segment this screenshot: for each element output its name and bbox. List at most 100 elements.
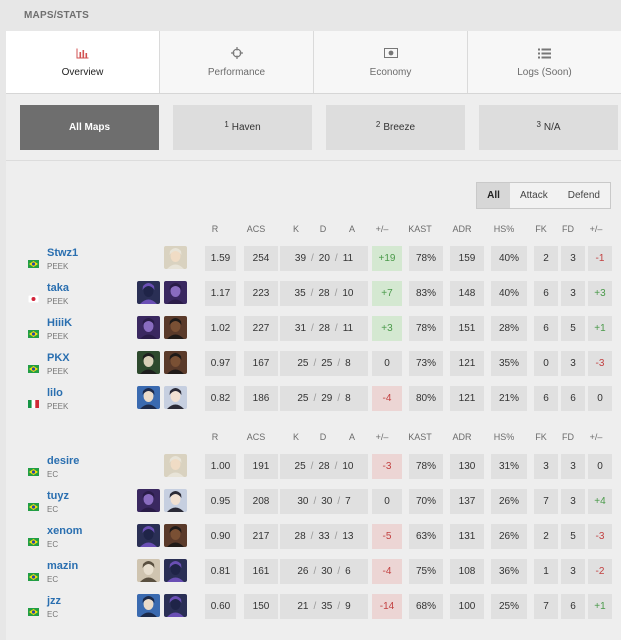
stat-acs: 167: [244, 351, 278, 376]
agent-phoenix-icon: [164, 316, 187, 339]
map-all-button[interactable]: All Maps: [20, 104, 159, 150]
team-table: R ACS K D A +/– KAST ADR HS% FK FD +/– Stwz1 PEEK 1.59…: [6, 220, 621, 417]
side-all-button[interactable]: All: [477, 183, 510, 208]
stat-d: 30: [321, 496, 333, 507]
stat-acs: 217: [244, 524, 278, 549]
player-name-link[interactable]: desire: [47, 455, 79, 467]
stat-a: 6: [345, 566, 351, 577]
stat-d: 30: [321, 566, 333, 577]
stat-fd: 6: [561, 594, 585, 619]
stat-acs: 191: [244, 454, 278, 479]
map-breeze-button[interactable]: 2 Breeze: [326, 104, 465, 150]
side-defend-button[interactable]: Defend: [558, 183, 610, 208]
stat-acs: 208: [244, 489, 278, 514]
kda-separator: /: [334, 288, 338, 299]
stat-kast: 78%: [409, 454, 443, 479]
team-table: R ACS K D A +/– KAST ADR HS% FK FD +/– desire EC 1.00 1…: [6, 428, 621, 625]
kda-separator: /: [311, 253, 314, 264]
stat-kast: 75%: [409, 559, 443, 584]
tab-label: Logs (Soon): [517, 67, 572, 78]
map-haven-button[interactable]: 1 Haven: [173, 104, 312, 150]
side-filter: All Attack Defend: [476, 182, 611, 209]
stats-panel: Overview Performance Economy Logs (Soon)…: [6, 31, 621, 640]
agent-sage-icon: [164, 386, 187, 409]
stat-fk: 1: [534, 559, 558, 584]
player-team-tag: EC: [47, 540, 59, 549]
player-name-link[interactable]: HiiiK: [47, 317, 72, 329]
stat-k: 25: [294, 461, 306, 472]
agent-omen-icon: [164, 594, 187, 617]
stat-fk-diff: 0: [588, 454, 612, 479]
map-na-button[interactable]: 3 N/A: [479, 104, 618, 150]
stat-r: 0.95: [205, 489, 236, 514]
stat-r: 0.97: [205, 351, 236, 376]
agent-sova-icon: [164, 246, 187, 269]
player-row: desire EC 1.00 191 78% 130 31% 3 3 25 / 28 / 10 -3 0: [6, 450, 621, 485]
stat-hs: 28%: [491, 316, 527, 341]
stat-a: 8: [345, 393, 351, 404]
stat-adr: 137: [450, 489, 484, 514]
agent-reyna-icon: [137, 489, 160, 512]
player-row: taka PEEK 1.17 223 83% 148 40% 6 3 35 / 28 / 10 +7 +3: [6, 277, 621, 312]
side-attack-button[interactable]: Attack: [510, 183, 558, 208]
stat-d: 33: [318, 531, 330, 542]
column-header-hs: HS%: [493, 224, 515, 234]
stat-r: 1.02: [205, 316, 236, 341]
tab-label: Performance: [207, 67, 266, 78]
agent-omen-icon: [164, 559, 187, 582]
player-name-link[interactable]: jzz: [47, 595, 61, 607]
stat-adr: 121: [450, 351, 484, 376]
stat-k: 21: [297, 601, 309, 612]
player-name-link[interactable]: taka: [47, 282, 69, 294]
tab-performance[interactable]: Performance: [160, 31, 314, 93]
stat-k: 26: [297, 566, 309, 577]
stat-kast: 70%: [409, 489, 443, 514]
stat-kill-diff: +7: [372, 281, 402, 306]
agent-sova-icon: [164, 454, 187, 477]
stat-kill-diff: 0: [372, 489, 402, 514]
stat-r: 1.00: [205, 454, 236, 479]
stat-kast: 83%: [409, 281, 443, 306]
agent-cypher-icon: [137, 559, 160, 582]
column-header-acs: ACS: [246, 224, 266, 234]
kda-separator: /: [334, 531, 338, 542]
player-name-link[interactable]: tuyz: [47, 490, 69, 502]
stat-a: 8: [345, 358, 351, 369]
stat-r: 0.60: [205, 594, 236, 619]
stat-kill-diff: -4: [372, 559, 402, 584]
stat-d: 29: [321, 393, 333, 404]
flag-icon: [28, 325, 39, 338]
column-header-adr: ADR: [452, 224, 472, 234]
tab-label: Economy: [369, 67, 412, 78]
kda-separator: /: [313, 393, 317, 404]
stat-a: 13: [342, 531, 354, 542]
stat-fk: 0: [534, 351, 558, 376]
player-name-link[interactable]: mazin: [47, 560, 78, 572]
stat-fk: 6: [534, 386, 558, 411]
stat-adr: 121: [450, 386, 484, 411]
stat-fk-diff: +1: [588, 316, 612, 341]
player-name-link[interactable]: lilo: [47, 387, 63, 399]
agent-omen-icon: [137, 524, 160, 547]
stat-kill-diff: -5: [372, 524, 402, 549]
stat-hs: 40%: [491, 246, 527, 271]
stat-d: 28: [318, 323, 330, 334]
player-name-link[interactable]: PKX: [47, 352, 70, 364]
stat-fk: 7: [534, 594, 558, 619]
player-name-link[interactable]: Stwz1: [47, 247, 78, 259]
stat-fd: 5: [561, 316, 585, 341]
tab-economy[interactable]: Economy: [314, 31, 468, 93]
stat-a: 10: [342, 288, 354, 299]
stat-fk-diff: -3: [588, 524, 612, 549]
player-name-link[interactable]: xenom: [47, 525, 82, 537]
stat-adr: 159: [450, 246, 484, 271]
tab-overview[interactable]: Overview: [6, 31, 160, 93]
stat-kast: 63%: [409, 524, 443, 549]
kda-separator: /: [337, 496, 341, 507]
stat-fd: 3: [561, 246, 585, 271]
flag-icon: [28, 255, 39, 268]
agent-reyna-icon: [164, 281, 187, 304]
stat-adr: 130: [450, 454, 484, 479]
tab-logs[interactable]: Logs (Soon): [468, 31, 621, 93]
stat-d: 28: [318, 288, 330, 299]
